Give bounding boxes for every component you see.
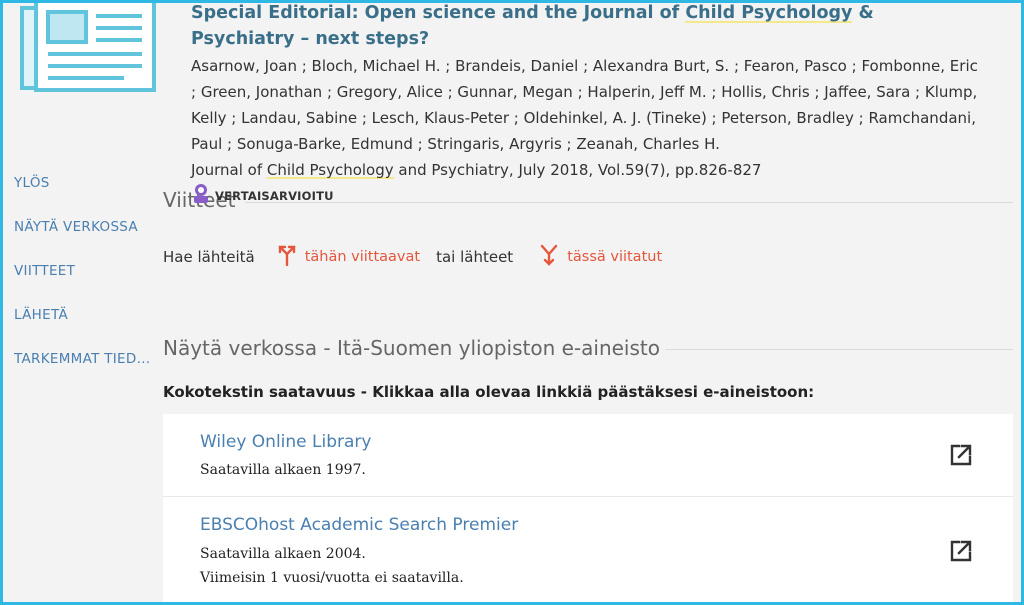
external-link-icon[interactable] (949, 443, 973, 467)
source-info: Journal of Child Psychology and Psychiat… (191, 161, 762, 179)
availability-heading: Kokotekstin saatavuus - Klikkaa alla ole… (163, 383, 815, 401)
nav-item-references[interactable]: VIITTEET (14, 258, 154, 302)
service-row[interactable]: EBSCOhost Academic Search Premier Saatav… (163, 497, 1013, 605)
citing-link[interactable]: tähän viittaavat (277, 244, 420, 270)
title-highlight: Child Psychology (685, 3, 853, 23)
newspaper-icon (14, 0, 159, 100)
nav-item-view-online[interactable]: NÄYTÄ VERKOSSA (14, 214, 154, 258)
nav-item-up[interactable]: YLÖS (14, 170, 154, 214)
citation-middle-text: tai lähteet (436, 248, 514, 266)
cited-arrows-icon (539, 244, 559, 270)
record-title[interactable]: Special Editorial: Open science and the … (191, 0, 981, 52)
authors-list: Asarnow, Joan ; Bloch, Michael H. ; Bran… (191, 57, 978, 153)
service-link-ebscohost[interactable]: EBSCOhost Academic Search Premier (200, 515, 518, 535)
section-navigation: YLÖS NÄYTÄ VERKOSSA VIITTEET LÄHETÄ TARK… (14, 170, 154, 390)
references-divider (245, 202, 1013, 203)
citation-search-row: Hae lähteitä tähän viittaavat tai lähtee… (163, 244, 662, 270)
citation-prefix: Hae lähteitä (163, 248, 255, 266)
record-details: Special Editorial: Open science and the … (191, 0, 981, 183)
citing-arrows-icon (277, 244, 297, 270)
external-link-icon[interactable] (949, 539, 973, 563)
online-section-title: Näytä verkossa - Itä-Suomen yliopiston e… (163, 336, 660, 360)
online-divider (665, 349, 1013, 350)
service-embargo-note: Viimeisin 1 vuosi/vuotta ei saatavilla. (200, 570, 464, 586)
cited-link[interactable]: tässä viitatut (539, 244, 662, 270)
peer-reviewed-icon (191, 183, 211, 209)
service-row[interactable]: Wiley Online Library Saatavilla alkaen 1… (163, 414, 1013, 496)
peer-reviewed-label: VERTAISARVIOITU (215, 189, 334, 203)
peer-reviewed-badge: VERTAISARVIOITU (191, 183, 334, 209)
service-availability-note: Saatavilla alkaen 1997. (200, 462, 366, 478)
citing-label: tähän viittaavat (304, 249, 421, 265)
cited-label: tässä viitatut (567, 249, 663, 265)
nav-item-send[interactable]: LÄHETÄ (14, 302, 154, 346)
nav-item-details[interactable]: TARKEMMAT TIEDOT (14, 346, 154, 390)
service-link-wiley[interactable]: Wiley Online Library (200, 432, 372, 452)
service-availability-note: Saatavilla alkaen 2004. (200, 546, 366, 562)
source-highlight: Child Psychology (266, 161, 394, 179)
